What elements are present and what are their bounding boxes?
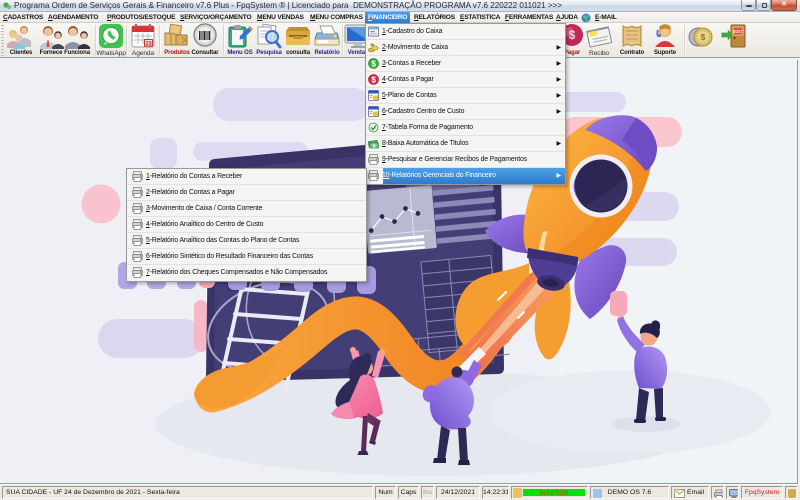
svg-text:29: 29	[145, 41, 151, 47]
svg-text:$: $	[701, 33, 706, 42]
svg-text:EXIT: EXIT	[733, 29, 743, 34]
svg-text:$: $	[569, 28, 576, 42]
